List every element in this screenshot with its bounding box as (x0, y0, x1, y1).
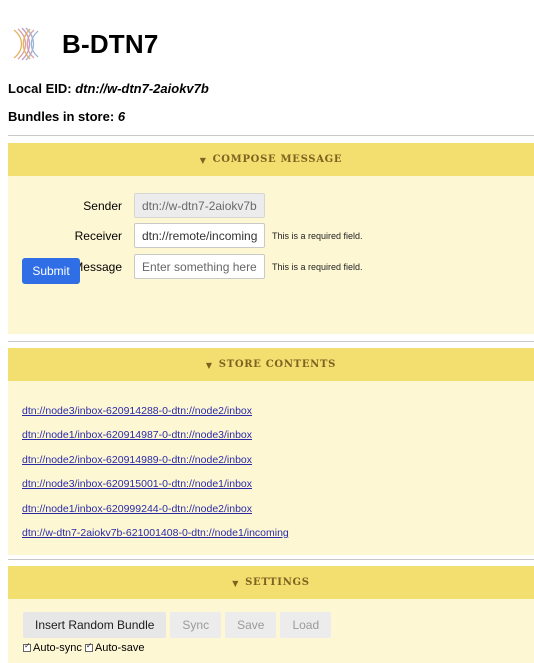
sender-label: Sender (83, 198, 122, 213)
bundle-list: dtn://node3/inbox-620914288-0-dtn://node… (22, 404, 289, 550)
bundle-link[interactable]: dtn://node3/inbox-620915001-0-dtn://node… (22, 477, 289, 501)
app-header: B-DTN7 (8, 22, 159, 66)
divider (8, 559, 534, 560)
settings-checkboxes: Auto-sync Auto-save (23, 641, 145, 654)
bundle-link[interactable]: dtn://node1/inbox-620999244-0-dtn://node… (22, 502, 289, 526)
settings-panel: ▼ SETTINGS Insert Random Bundle Sync Sav… (8, 566, 534, 663)
receiver-hint: This is a required field. (272, 230, 363, 241)
store-panel: ▼ STORE CONTENTS dtn://node3/inbox-62091… (8, 348, 534, 555)
divider (8, 341, 534, 342)
compose-panel: ▼ COMPOSE MESSAGE Sender Receiver This i… (8, 143, 534, 334)
bundle-link[interactable]: dtn://node2/inbox-620914989-0-dtn://node… (22, 453, 289, 477)
collapse-triangle-icon: ▼ (199, 154, 207, 165)
compose-heading: COMPOSE MESSAGE (212, 154, 343, 165)
receiver-label: Receiver (74, 228, 122, 243)
bundle-count-value: 6 (117, 109, 126, 124)
auto-save-checkbox[interactable] (84, 641, 93, 652)
submit-button[interactable]: Submit (22, 258, 80, 284)
local-eid-value: dtn://w-dtn7-2aiokv7b (75, 81, 209, 96)
compose-panel-header[interactable]: ▼ COMPOSE MESSAGE (8, 143, 534, 176)
bundle-link[interactable]: dtn://node1/inbox-620914987-0-dtn://node… (22, 428, 289, 452)
divider (8, 135, 534, 136)
sender-row: Sender (8, 193, 265, 218)
bundle-count-label: Bundles in store: (8, 109, 115, 124)
logo-icon (13, 27, 39, 61)
receiver-row: Receiver This is a required field. (8, 223, 363, 248)
save-button[interactable]: Save (225, 612, 277, 638)
local-eid: Local EID: dtn://w-dtn7-2aiokv7b (8, 81, 209, 96)
collapse-triangle-icon: ▼ (205, 359, 213, 370)
sender-field[interactable] (134, 193, 265, 218)
sync-button[interactable]: Sync (170, 612, 222, 638)
bundle-link[interactable]: dtn://w-dtn7-2aiokv7b-621001408-0-dtn://… (22, 526, 289, 550)
settings-button-row: Insert Random Bundle Sync Save Load (23, 612, 335, 638)
message-field[interactable] (134, 254, 265, 279)
local-eid-label: Local EID: (8, 81, 72, 96)
settings-panel-header[interactable]: ▼ SETTINGS (8, 566, 534, 599)
auto-sync-checkbox[interactable] (23, 641, 31, 652)
bundle-link[interactable]: dtn://node3/inbox-620914288-0-dtn://node… (22, 404, 289, 428)
bundle-count: Bundles in store: 6 (8, 109, 125, 124)
collapse-triangle-icon: ▼ (232, 577, 240, 588)
auto-sync-label: Auto-sync (33, 642, 82, 654)
auto-save-label: Auto-save (94, 642, 145, 654)
receiver-field[interactable] (134, 223, 265, 248)
store-panel-header[interactable]: ▼ STORE CONTENTS (8, 348, 534, 381)
message-hint: This is a required field. (272, 261, 363, 272)
app-title: B-DTN7 (62, 28, 159, 59)
settings-heading: SETTINGS (245, 577, 310, 588)
insert-random-bundle-button[interactable]: Insert Random Bundle (23, 612, 167, 638)
store-heading: STORE CONTENTS (218, 359, 337, 370)
load-button[interactable]: Load (280, 612, 332, 638)
